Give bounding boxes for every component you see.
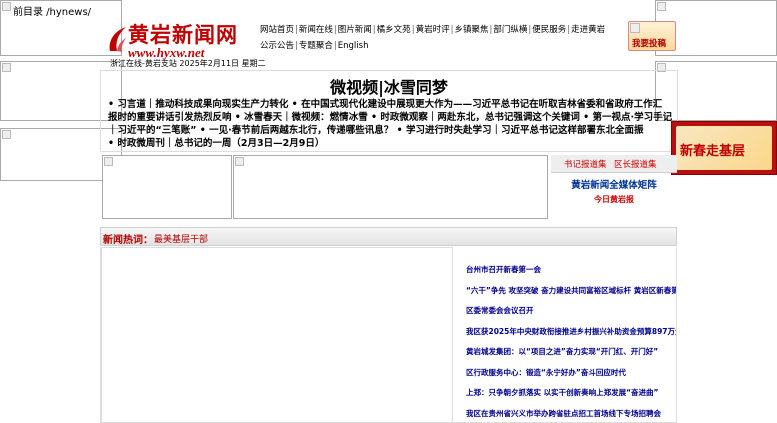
subnav-item[interactable]: 专题聚合	[299, 41, 333, 51]
news-area: 台州市召开新春第一会 “六干”争先 攻坚突破 奋力建设共同富裕区域标杆 黄岩区新春…	[100, 247, 677, 423]
news-list-item[interactable]: 我区在贵州省兴义市举办跨省驻点招工首场线下专场招聘会	[466, 409, 661, 418]
left-frame-label: 前目录 /hynews/	[13, 7, 92, 18]
submit-article-label: 我要投稿	[632, 39, 667, 49]
hot-news-value[interactable]: 最美基层干部	[154, 232, 208, 245]
subnav-item[interactable]: 公示公告	[260, 41, 294, 51]
broken-image-icon	[2, 63, 11, 72]
nav-item[interactable]: 便民服务	[532, 25, 566, 35]
tab-mayor-reports[interactable]: 区长报道集	[614, 158, 657, 170]
headline-line[interactable]: ｜习近平的“三笔账” • 一见·春节前后两越东北行，传递哪些讯息？ • 学习进行…	[108, 124, 678, 137]
today-paper-label[interactable]: 今日黄岩报	[551, 194, 677, 205]
secondary-nav: 公示公告|专题聚合|English	[260, 38, 460, 54]
nav-item[interactable]: 橘乡文苑	[377, 25, 411, 35]
nav-item[interactable]: 新闻在线	[299, 25, 333, 35]
site-header: 黄岩新闻网 www.hyxw.net 网站首页|新闻在线|图片新闻|橘乡文苑|黄…	[100, 17, 678, 69]
site-logo[interactable]: 黄岩新闻网 www.hyxw.net	[106, 19, 256, 60]
news-list-item[interactable]: “六干”争先 攻坚突破 奋力建设共同富裕区域标杆 黄岩区新春第一	[466, 286, 676, 295]
tab-secretary-reports[interactable]: 书记报道集	[564, 158, 607, 170]
feature-image-center[interactable]	[233, 155, 548, 219]
logo-swoosh-icon	[109, 27, 126, 52]
nav-item[interactable]: 走进黄岩	[571, 25, 605, 35]
hot-news-label: 新闻热词：	[103, 235, 153, 246]
news-list-item[interactable]: 上郑：只争朝夕抓落实 以实干创新奏响上郑发展“奋进曲”	[466, 388, 658, 397]
submit-article-button[interactable]: 我要投稿	[628, 21, 676, 51]
header-subtitle: 浙江在线-黄岩支站 2025年2月11日 星期二	[110, 59, 266, 68]
side-panel: 书记报道集 区长报道集 黄岩新闻全媒体矩阵 今日黄岩报	[551, 155, 677, 219]
feature-image-left[interactable]	[102, 155, 232, 219]
news-list-item[interactable]: 区委常委会会议召开	[466, 306, 534, 315]
broken-image-icon	[2, 130, 11, 139]
nav-item[interactable]: 黄岩时评	[416, 25, 450, 35]
new-year-banner-text: 新春走基层	[680, 144, 746, 159]
news-list: 台州市召开新春第一会 “六干”争先 攻坚突破 奋力建设共同富裕区域标杆 黄岩区新春…	[466, 259, 676, 423]
news-list-item[interactable]: 黄岩城发集团：以“项目之进”奋力实现“开门红、开门好”	[466, 347, 658, 356]
nav-item[interactable]: 图片新闻	[338, 25, 372, 35]
broken-image-icon	[2, 2, 11, 11]
media-matrix-label[interactable]: 黄岩新闻全媒体矩阵	[551, 177, 677, 191]
nav-item[interactable]: 乡镇聚焦	[454, 25, 488, 35]
headline-block: 微视频|冰雪同梦 • 习言道｜推动科技成果向现实生产力转化 • 在中国式现代化建…	[100, 70, 678, 152]
news-image[interactable]	[101, 247, 453, 423]
side-tabs: 书记报道集 区长报道集	[551, 155, 677, 173]
headline-title[interactable]: 微视频|冰雪同梦	[101, 74, 677, 98]
news-list-item[interactable]: 区行政服务中心：锻造“永宁好办”奋斗回应时代	[466, 368, 626, 377]
headline-line[interactable]: • 时政微周刊｜总书记的一周（2月3日—2月9日）	[108, 137, 678, 150]
headline-line[interactable]: 报时的重要讲话引发热烈反响 • 冰雪春天｜微视频：燃情冰雪 • 时政微观察｜两赴…	[108, 111, 678, 124]
main-nav: 网站首页|新闻在线|图片新闻|橘乡文苑|黄岩时评|乡镇聚焦|部门纵横|便民服务|…	[260, 22, 605, 38]
subnav-item[interactable]: English	[338, 41, 369, 51]
nav-item[interactable]: 部门纵横	[493, 25, 527, 35]
news-list-item[interactable]: 我区获2025年中央财政衔接推进乡村振兴补助资金预算897万元	[466, 327, 676, 336]
broken-image-icon	[657, 2, 666, 11]
broken-image-icon	[235, 157, 244, 166]
headline-lines: • 习言道｜推动科技成果向现实生产力转化 • 在中国式现代化建设中展现更大作为—…	[108, 98, 678, 150]
hot-news-bar: 新闻热词： 最美基层干部	[100, 227, 677, 246]
nav-item[interactable]: 网站首页	[260, 25, 294, 35]
broken-image-icon	[104, 157, 113, 166]
new-year-banner[interactable]: 新春走基层	[671, 121, 777, 175]
news-list-item[interactable]: 台州市召开新春第一会	[466, 265, 541, 274]
headline-line[interactable]: • 习言道｜推动科技成果向现实生产力转化 • 在中国式现代化建设中展现更大作为—…	[108, 98, 678, 111]
